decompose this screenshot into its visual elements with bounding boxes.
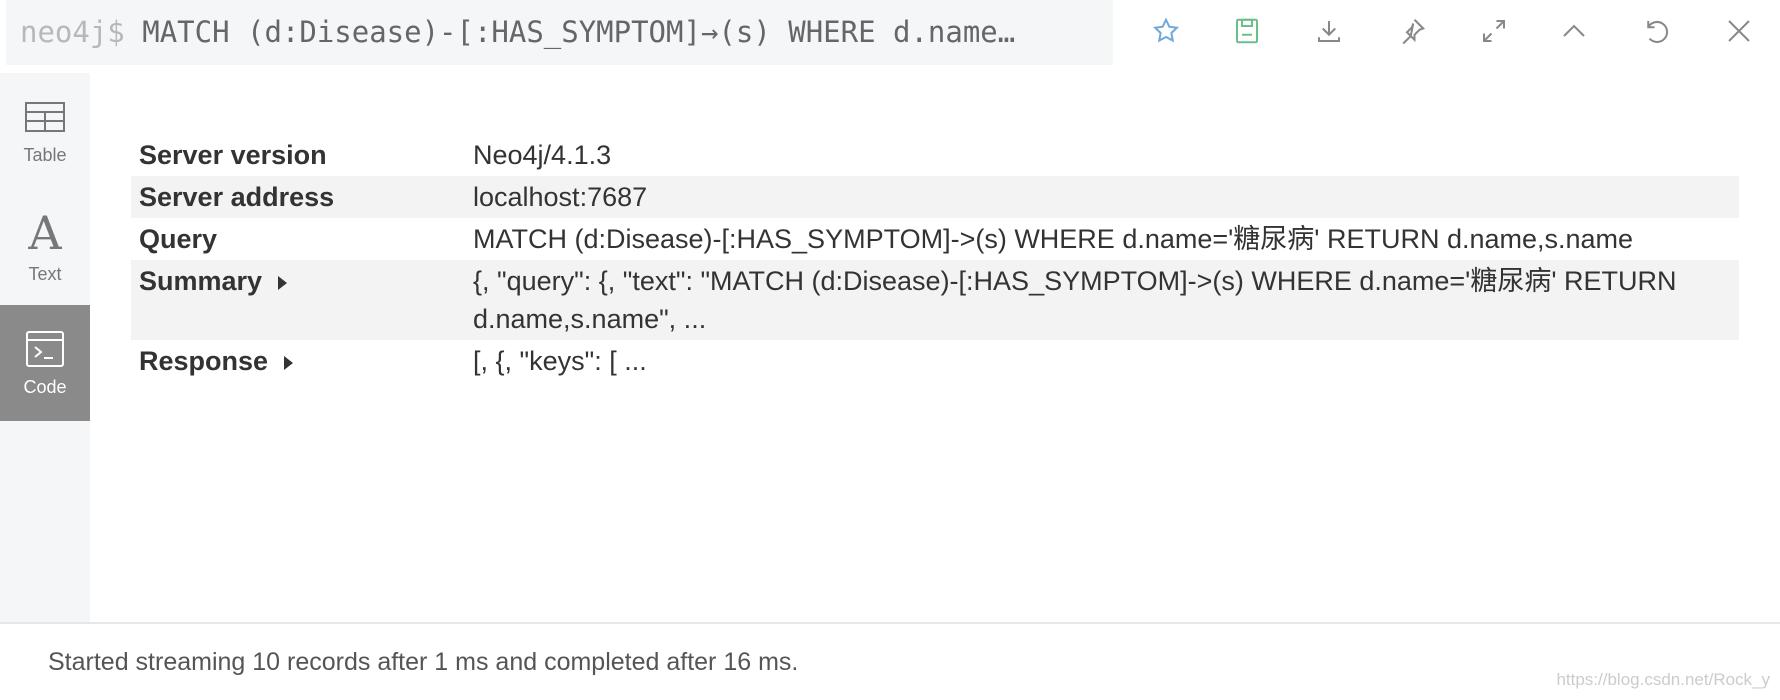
query-text: MATCH (d:Disease)-[:HAS_SYMPTOM]→(s) WHE… [142,15,1016,49]
row-value: {, "query": {, "text": "MATCH (d:Disease… [473,266,1677,334]
row-key: Query [139,224,218,254]
sidebar-item-code[interactable]: Code [0,305,90,421]
table-row: Query MATCH (d:Disease)-[:HAS_SYMPTOM]->(… [131,218,1739,260]
sidebar-item-label: Text [28,263,62,284]
star-icon[interactable] [1149,14,1183,48]
row-value: localhost:7687 [473,182,648,212]
query-editor[interactable]: neo4j$ MATCH (d:Disease)-[:HAS_SYMPTOM]→… [6,0,1113,65]
table-row: Summary {, "query": {, "text": "MATCH (d:… [131,260,1739,340]
row-value: [, {, "keys": [ ... [473,346,647,376]
code-summary-table: Server version Neo4j/4.1.3 Server address… [131,134,1739,382]
close-icon[interactable] [1722,14,1756,48]
row-value: MATCH (d:Disease)-[:HAS_SYMPTOM]->(s) WH… [473,224,1634,254]
row-key: Server address [139,182,335,212]
code-icon [26,330,64,367]
sidebar-item-label: Table [23,144,67,165]
download-icon[interactable] [1312,14,1346,48]
row-key: Response [139,346,269,376]
expand-icon[interactable] [1477,14,1511,48]
status-bar: Started streaming 10 records after 1 ms … [0,622,1780,698]
table-row: Server address localhost:7687 [131,176,1739,218]
table-icon [25,101,65,132]
expand-triangle-icon[interactable] [278,275,288,290]
prompt: neo4j$ [20,15,125,49]
watermark: https://blog.csdn.net/Rock_y [1556,670,1770,689]
text-icon: A [28,205,62,260]
collapse-icon[interactable] [1557,14,1591,48]
expand-triangle-icon[interactable] [284,355,294,370]
table-row: Server version Neo4j/4.1.3 [131,134,1739,176]
sidebar-item-label: Code [23,376,67,397]
pin-icon[interactable] [1395,14,1429,48]
rerun-icon[interactable] [1640,14,1674,48]
row-key: Summary [139,266,263,296]
save-icon[interactable] [1230,14,1264,48]
row-value: Neo4j/4.1.3 [473,140,612,170]
view-sidebar: Table A Text Code [0,73,90,622]
table-row: Response [, {, "keys": [ ... [131,340,1739,382]
row-key: Server version [139,140,327,170]
sidebar-item-table[interactable]: Table [0,73,90,189]
status-text: Started streaming 10 records after 1 ms … [48,648,799,676]
sidebar-item-text[interactable]: A Text [0,189,90,305]
